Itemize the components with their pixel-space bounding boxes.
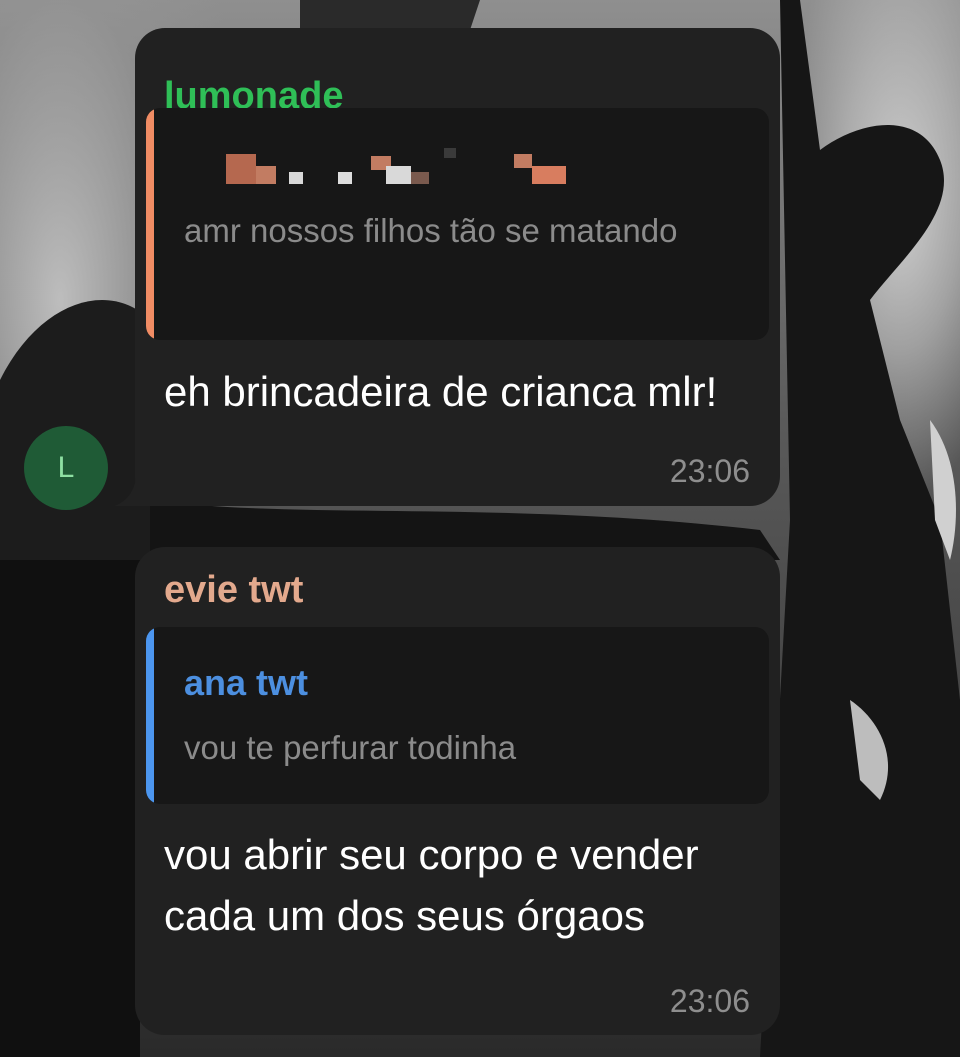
- message-time: 23:06: [669, 453, 750, 489]
- message-text: vou abrir seu corpo e vender cada um dos…: [164, 831, 699, 939]
- sender-name[interactable]: evie twt: [164, 569, 303, 612]
- message-bubble[interactable]: lumonade amr nossos filhos tão se matand…: [135, 28, 780, 506]
- user-avatar[interactable]: L: [24, 426, 108, 510]
- reply-quote-text: vou te perfurar todinha: [184, 729, 517, 766]
- message-text: eh brincadeira de crianca mlr!: [164, 368, 718, 415]
- reply-quote-author: ana twt: [184, 662, 309, 703]
- reply-quote[interactable]: ana twt vou te perfurar todinha: [146, 627, 769, 804]
- message-time: 23:06: [669, 983, 750, 1019]
- bubble-tail: [114, 478, 154, 506]
- reply-quote-text: amr nossos filhos tão se matando: [184, 212, 678, 249]
- reply-quote[interactable]: amr nossos filhos tão se matando: [146, 108, 769, 340]
- censored-author-name: [226, 148, 586, 188]
- message-bubble[interactable]: evie twt ana twt vou te perfurar todinha…: [135, 547, 780, 1035]
- reply-quote-bar: [146, 627, 154, 804]
- reply-quote-bar: [146, 108, 154, 340]
